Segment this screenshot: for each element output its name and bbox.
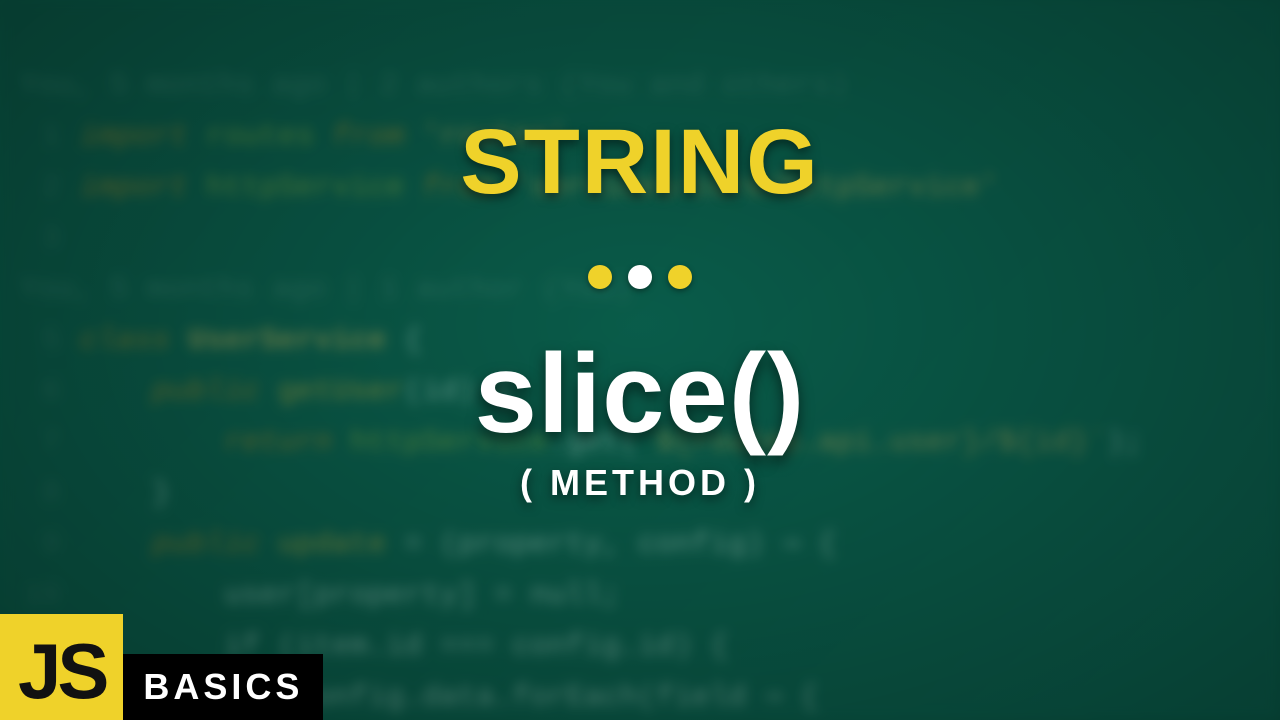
dot-icon	[668, 265, 692, 289]
js-basics-badge: JS BASICS	[0, 614, 323, 720]
dot-icon	[628, 265, 652, 289]
hero: STRING slice() ( METHOD )	[0, 0, 1280, 720]
basics-label: BASICS	[123, 654, 323, 720]
title-string: STRING	[460, 110, 820, 215]
method-name: slice()	[475, 329, 806, 458]
dot-icon	[588, 265, 612, 289]
js-logo: JS	[0, 614, 123, 720]
method-subtitle: ( METHOD )	[520, 462, 760, 504]
divider-dots	[588, 265, 692, 289]
